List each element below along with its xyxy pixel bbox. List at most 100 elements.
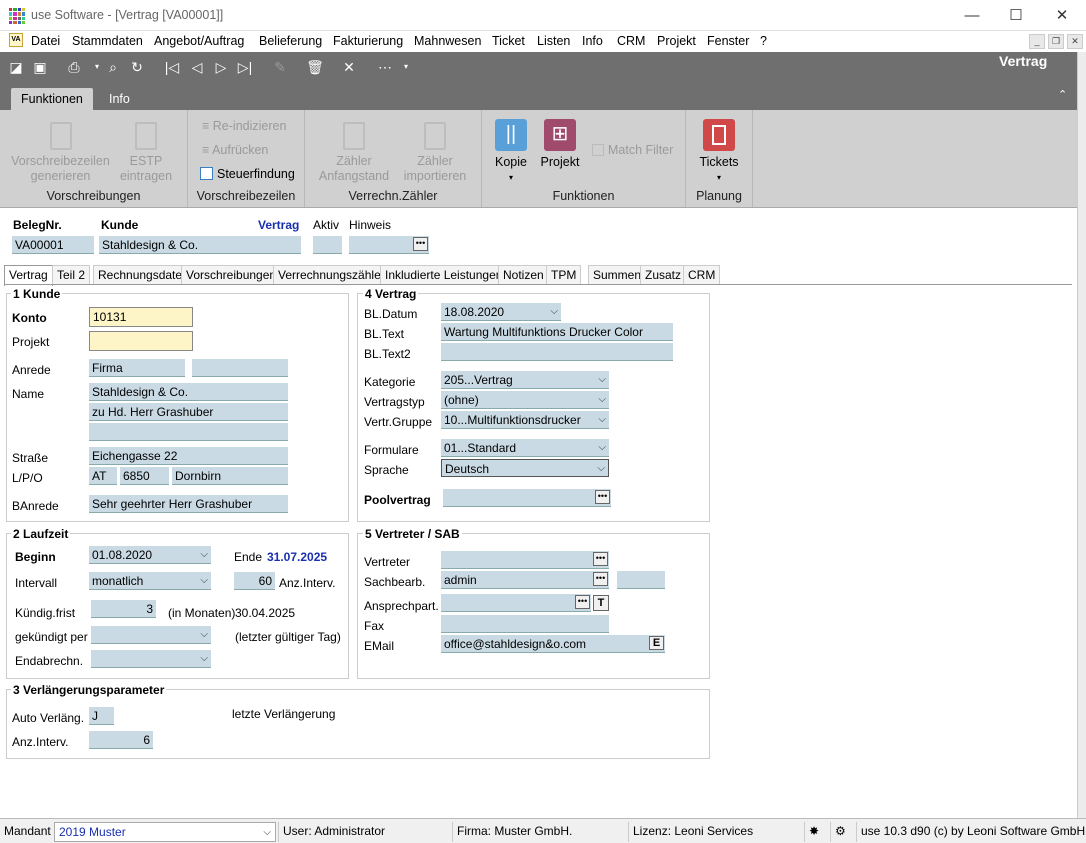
strasse-field[interactable]: Eichengasse 22 (89, 447, 288, 465)
vertreter-field[interactable]: ••• (441, 551, 609, 569)
mdi-restore-icon[interactable]: ❐ (1048, 34, 1064, 49)
kuendfrist-field[interactable]: 3 (91, 600, 156, 618)
anz-interv-field[interactable]: 60 (234, 572, 275, 590)
sachbearb-extra-field[interactable] (617, 571, 665, 589)
kategorie-select[interactable]: 205...Vertrag ⌵ (441, 371, 609, 389)
formulare-select[interactable]: 01...Standard ⌵ (441, 439, 609, 457)
tab-notizen[interactable]: Notizen (498, 265, 549, 285)
mdi-close-icon[interactable]: ✕ (1067, 34, 1083, 49)
vertical-scrollbar[interactable] (1077, 52, 1086, 818)
cancel-icon[interactable]: ✕ (340, 58, 358, 76)
chevron-down-icon[interactable]: ⌵ (598, 391, 606, 408)
konto-field[interactable]: 10131 (89, 307, 193, 327)
delete-icon[interactable]: 🗑 (306, 58, 324, 76)
plz-field[interactable]: 6850 (120, 467, 169, 485)
intervall-select[interactable]: monatlich ⌵ (89, 572, 211, 590)
fax-field[interactable] (441, 615, 609, 633)
email-button[interactable]: E (649, 636, 664, 650)
menu-help[interactable]: ? (760, 34, 767, 48)
ansprechpart-lookup-button[interactable]: ••• (575, 595, 590, 609)
chevron-down-icon[interactable]: ⌵ (200, 650, 208, 667)
menu-fakturierung[interactable]: Fakturierung (333, 34, 403, 48)
menu-ticket[interactable]: Ticket (492, 34, 525, 48)
poolvertrag-lookup-button[interactable]: ••• (595, 490, 610, 504)
menu-belieferung[interactable]: Belieferung (259, 34, 322, 48)
menu-datei[interactable]: Datei (31, 34, 60, 48)
verl-anz-interv-field[interactable]: 6 (89, 731, 153, 749)
projekt-field[interactable] (89, 331, 193, 351)
email-field[interactable]: office@stahldesign&o.com E (441, 635, 665, 653)
sachbearb-lookup-button[interactable]: ••• (593, 572, 608, 586)
tab-vertrag[interactable]: Vertrag (4, 265, 53, 286)
vertrgruppe-select[interactable]: 10...Multifunktionsdrucker ⌵ (441, 411, 609, 429)
chevron-down-icon[interactable]: ⌵ (263, 823, 271, 842)
tab-verrechnungszaehler[interactable]: Verrechnungszähler (273, 265, 390, 285)
chevron-down-icon[interactable]: ⌵ (597, 460, 605, 476)
first-record-icon[interactable]: |◁ (163, 58, 181, 76)
menu-fenster[interactable]: Fenster (707, 34, 749, 48)
vertragstyp-select[interactable]: (ohne) ⌵ (441, 391, 609, 409)
steuerfindung-checkbox[interactable]: Steuerfindung (200, 167, 295, 181)
more-dropdown-icon[interactable]: ▾ (397, 58, 415, 76)
t-button[interactable]: T (593, 595, 609, 611)
bltext-field[interactable]: Wartung Multifunktions Drucker Color (441, 323, 673, 341)
menu-listen[interactable]: Listen (537, 34, 570, 48)
menu-projekt[interactable]: Projekt (657, 34, 696, 48)
ribbon-tab-funktionen[interactable]: Funktionen (11, 88, 93, 110)
menu-angebot-auftrag[interactable]: Angebot/Auftrag (154, 34, 244, 48)
auto-verlaeng-field[interactable]: J (89, 707, 114, 725)
notification-icon[interactable]: ✸ (804, 822, 830, 842)
sachbearb-field[interactable]: admin ••• (441, 571, 609, 589)
tab-rechnungsdaten[interactable]: Rechnungsdaten (93, 265, 194, 285)
land-field[interactable]: AT (89, 467, 117, 485)
hinweis-field[interactable]: ••• (349, 236, 429, 254)
print-icon[interactable]: ⎙ (65, 58, 83, 76)
collapse-ribbon-icon[interactable]: ⌃ (1058, 88, 1067, 101)
menu-info[interactable]: Info (582, 34, 603, 48)
menu-mahnwesen[interactable]: Mahnwesen (414, 34, 481, 48)
chevron-down-icon[interactable]: ⌵ (200, 546, 208, 563)
minimize-button[interactable]: — (962, 6, 982, 26)
ribbon-tab-info[interactable]: Info (99, 88, 140, 110)
next-record-icon[interactable]: ▷ (212, 58, 230, 76)
chevron-down-icon[interactable]: ⌵ (598, 439, 606, 456)
aktiv-field[interactable] (313, 236, 342, 254)
chevron-down-icon[interactable]: ⌵ (598, 371, 606, 388)
menu-stammdaten[interactable]: Stammdaten (72, 34, 143, 48)
maximize-button[interactable]: ☐ (1006, 6, 1026, 26)
ansprechpart-field[interactable]: ••• (441, 594, 591, 612)
new-icon[interactable]: ◪ (7, 58, 25, 76)
ort-field[interactable]: Dornbirn (172, 467, 288, 485)
kopie-button[interactable]: || Kopie ▾ (492, 119, 530, 185)
chevron-down-icon[interactable]: ⌵ (200, 626, 208, 643)
belegnr-field[interactable]: VA00001 (12, 236, 94, 254)
close-button[interactable]: ✕ (1052, 6, 1072, 26)
beginn-field[interactable]: 01.08.2020 ⌵ (89, 546, 211, 564)
chevron-down-icon[interactable]: ⌵ (598, 411, 606, 428)
poolvertrag-field[interactable]: ••• (443, 489, 611, 507)
tab-teil-2[interactable]: Teil 2 (52, 265, 91, 285)
chevron-down-icon[interactable]: ⌵ (550, 303, 558, 320)
chevron-down-icon[interactable]: ⌵ (200, 572, 208, 589)
tab-vorschreibungen[interactable]: Vorschreibungen (181, 265, 282, 285)
banrede-field[interactable]: Sehr geehrter Herr Grashuber (89, 495, 288, 513)
tab-zusatz[interactable]: Zusatz (640, 265, 687, 285)
tab-tpm[interactable]: TPM (546, 265, 582, 285)
tab-summen[interactable]: Summen (588, 265, 647, 285)
tab-inkludierte-leistungen[interactable]: Inkludierte Leistungen (380, 265, 508, 285)
name2-field[interactable]: zu Hd. Herr Grashuber (89, 403, 288, 421)
kunde-field[interactable]: Stahldesign & Co. (99, 236, 301, 254)
tickets-button[interactable]: Tickets ▾ (696, 119, 742, 185)
bltext2-field[interactable] (441, 343, 673, 361)
search-icon[interactable]: ⌕ (104, 58, 122, 76)
vertreter-lookup-button[interactable]: ••• (593, 552, 608, 566)
anrede-field[interactable]: Firma (89, 359, 185, 377)
bldatum-field[interactable]: 18.08.2020 ⌵ (441, 303, 561, 321)
mandant-select[interactable]: 2019 Muster ⌵ (54, 822, 276, 842)
save-icon[interactable]: ▣ (31, 58, 49, 76)
tab-crm[interactable]: CRM (683, 265, 721, 285)
hinweis-lookup-button[interactable]: ••• (413, 237, 428, 251)
connection-icon[interactable]: ⚙ (830, 822, 856, 842)
refresh-icon[interactable]: ↻ (128, 58, 146, 76)
gekuendigt-field[interactable]: ⌵ (91, 626, 211, 644)
